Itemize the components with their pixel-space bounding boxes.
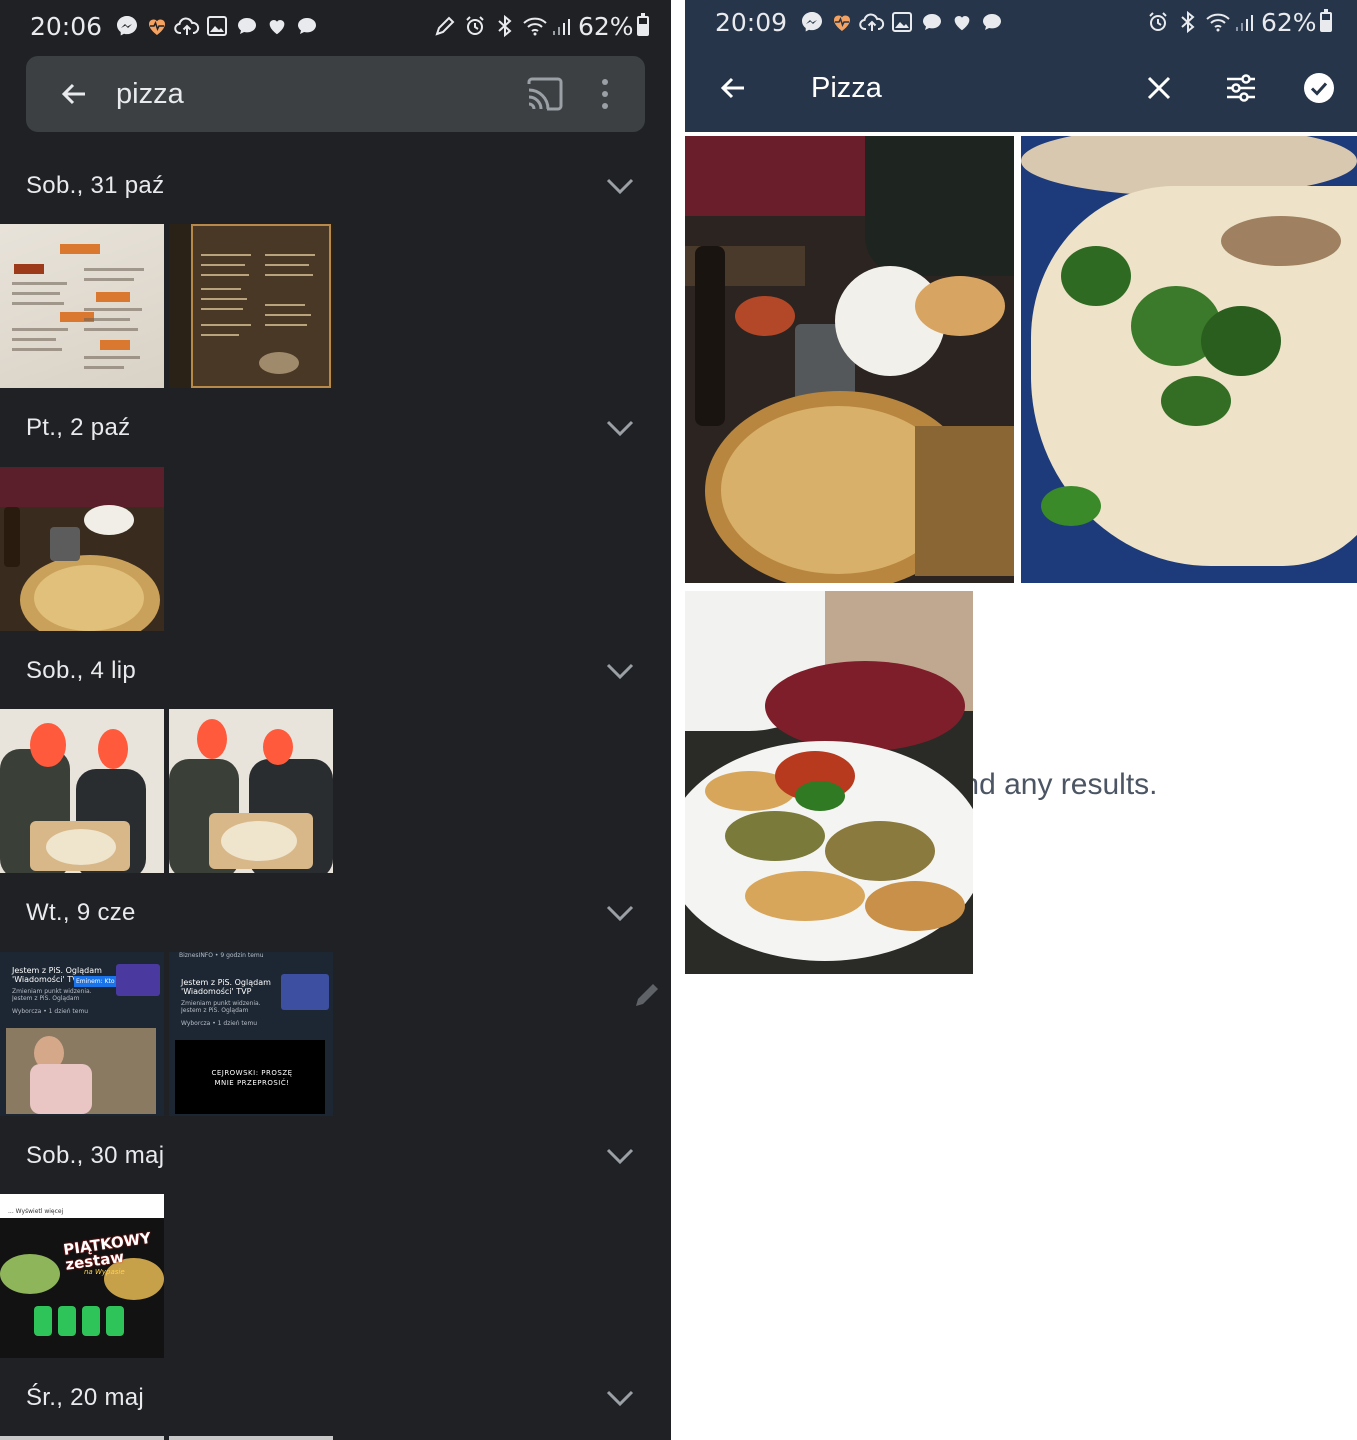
- thumbnail-text: na Wypasie: [84, 1268, 125, 1276]
- edit-icon[interactable]: [632, 980, 662, 1010]
- result-photo[interactable]: [1021, 136, 1357, 583]
- photo-thumbnail[interactable]: BiznesINFO • 9 godzin temu Jestem z PiS.…: [169, 952, 333, 1116]
- toolbar-divider: [685, 132, 1357, 135]
- heart-icon: [947, 7, 977, 37]
- date-section-header[interactable]: Sob., 31 paź: [0, 156, 671, 216]
- cast-icon[interactable]: [525, 74, 565, 114]
- chevron-down-icon[interactable]: [605, 1388, 635, 1408]
- status-bar: 20:06: [0, 0, 322, 52]
- date-section-header[interactable]: Pt., 2 paź: [0, 398, 671, 458]
- chat-bubble-icon: [977, 7, 1007, 37]
- bluetooth-icon: [490, 11, 520, 41]
- photo-thumbnail[interactable]: [0, 709, 164, 873]
- section-date: Śr., 20 maj: [26, 1384, 145, 1411]
- chevron-down-icon[interactable]: [605, 418, 635, 438]
- search-bar[interactable]: pizza: [26, 56, 645, 132]
- thumbnail-text: BiznesINFO • 9 godzin temu: [179, 952, 264, 959]
- gallery-search-pane: 20:09 62% Pizza 't find any results.: [685, 0, 1357, 1440]
- thumbnail-text: CEJROWSKI: PROSZĘ MNIE PRZEPROSIĆ!: [211, 1069, 293, 1087]
- heart-icon: [262, 11, 292, 41]
- wifi-icon: [1203, 7, 1233, 37]
- battery-percent: 62%: [1261, 7, 1317, 37]
- date-section-header[interactable]: Wt., 9 cze: [0, 883, 671, 943]
- cloud-upload-icon: [857, 7, 887, 37]
- chat-bubble-icon: [917, 7, 947, 37]
- messenger-icon: [112, 11, 142, 41]
- photo-thumbnail[interactable]: [0, 224, 164, 388]
- bluetooth-icon: [1173, 7, 1203, 37]
- chevron-down-icon[interactable]: [605, 1146, 635, 1166]
- chevron-down-icon[interactable]: [605, 661, 635, 681]
- alarm-icon: [460, 11, 490, 41]
- battery-percent: 62%: [578, 11, 634, 41]
- photo-thumbnail[interactable]: Jestem z PiS. Oglądam 'Wiadomości' TVP E…: [0, 952, 164, 1116]
- google-photos-search-pane: 20:06 62% pizza Sob., 31 paź Pt., 2 paź …: [0, 0, 671, 1440]
- more-options-icon[interactable]: [595, 74, 615, 114]
- thumbnail-text: Zmieniam punkt widzenia. Jestem z PiS. O…: [12, 988, 92, 1002]
- thumbnail-text: Jestem z PiS. Oglądam 'Wiadomości' TVP: [181, 978, 271, 996]
- chat-bubble-icon: [292, 11, 322, 41]
- back-arrow-icon[interactable]: [54, 74, 94, 114]
- photo-thumbnail[interactable]: [0, 1436, 164, 1440]
- section-date: Sob., 4 lip: [26, 657, 137, 684]
- thumbnail-text: Zmieniam punkt widzenia. Jestem z PiS. O…: [181, 1000, 261, 1014]
- status-time: 20:09: [715, 7, 788, 37]
- thumbnail-text: Wyborcza • 1 dzień temu: [12, 1008, 89, 1015]
- screenshot-root: 20:06 62% pizza Sob., 31 paź Pt., 2 paź …: [0, 0, 1357, 1440]
- photo-thumbnail[interactable]: [169, 709, 333, 873]
- image-icon: [202, 11, 232, 41]
- cloud-upload-icon: [172, 11, 202, 41]
- date-section-header[interactable]: Śr., 20 maj: [0, 1368, 671, 1428]
- confirm-check-icon[interactable]: [1297, 66, 1341, 110]
- clear-icon[interactable]: [1137, 66, 1181, 110]
- image-icon: [887, 7, 917, 37]
- status-time: 20:06: [30, 11, 103, 41]
- section-date: Sob., 30 maj: [26, 1142, 165, 1169]
- photo-thumbnail[interactable]: ... Wyświetl więcej PIĄTKOWY zestaw na W…: [0, 1194, 164, 1358]
- date-section-header[interactable]: Sob., 4 lip: [0, 641, 671, 701]
- section-date: Wt., 9 cze: [26, 899, 136, 926]
- date-section-header[interactable]: Sob., 30 maj: [0, 1126, 671, 1186]
- signal-icon: [550, 11, 574, 41]
- result-photo[interactable]: [685, 136, 1014, 583]
- chevron-down-icon[interactable]: [605, 176, 635, 196]
- status-bar-right: 62%: [1143, 0, 1332, 44]
- filter-icon[interactable]: [1219, 66, 1263, 110]
- thumbnail-text: ... Wyświetl więcej: [8, 1208, 64, 1215]
- battery-icon: [636, 13, 649, 36]
- heart-rate-icon: [142, 11, 172, 41]
- photo-thumbnail[interactable]: [169, 224, 333, 388]
- search-query[interactable]: Pizza: [811, 72, 1137, 105]
- photo-thumbnail[interactable]: [169, 1436, 333, 1440]
- result-photo[interactable]: [685, 591, 973, 974]
- search-toolbar: Pizza: [685, 44, 1357, 132]
- back-arrow-icon[interactable]: [713, 68, 753, 108]
- thumbnail-text: Wyborcza • 1 dzień temu: [181, 1020, 258, 1027]
- heart-rate-icon: [827, 7, 857, 37]
- search-query[interactable]: pizza: [116, 78, 525, 111]
- chat-bubble-icon: [232, 11, 262, 41]
- chevron-down-icon[interactable]: [605, 903, 635, 923]
- wifi-icon: [520, 11, 550, 41]
- status-bar-right: 62%: [430, 0, 649, 52]
- messenger-icon: [797, 7, 827, 37]
- alarm-icon: [1143, 7, 1173, 37]
- section-date: Sob., 31 paź: [26, 172, 165, 199]
- screenshot-divider: [671, 0, 685, 1440]
- pen-icon: [430, 11, 460, 41]
- battery-icon: [1319, 9, 1332, 32]
- signal-icon: [1233, 7, 1257, 37]
- section-date: Pt., 2 paź: [26, 414, 131, 441]
- photo-thumbnail[interactable]: [0, 467, 164, 631]
